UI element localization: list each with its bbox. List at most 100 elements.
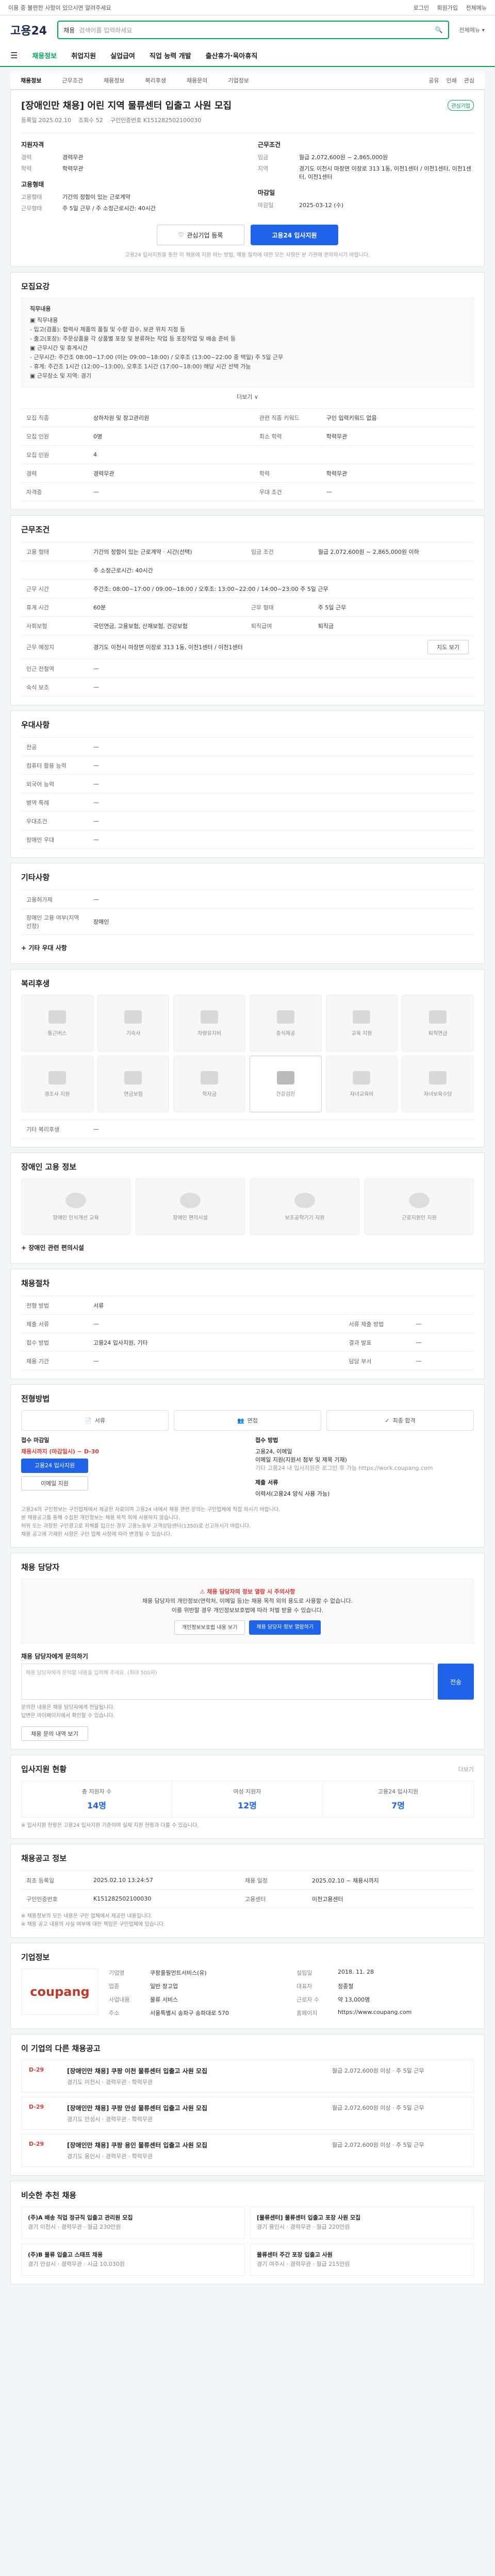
welfare-item: 중식제공: [250, 995, 322, 1052]
search-scope-select[interactable]: 채용: [63, 26, 75, 35]
share-button[interactable]: 공유: [428, 76, 439, 84]
device-icon: [294, 1192, 315, 1208]
gnb-item-jobs[interactable]: 채용정보: [32, 50, 57, 60]
selection-table: 전형 방법 서류 제출 서류 — 서류 제출 방법 — 접수 방법 고용24 입사지원, …: [21, 1296, 474, 1370]
interest-company-button[interactable]: ♡ 관심기업 등록: [157, 225, 244, 245]
view-contact-button[interactable]: 채용 담당자 정보 열람하기: [249, 1620, 321, 1635]
reco-item[interactable]: 물류센터 주간 포장 입출고 사원 경기 여주시 · 경력무관 · 월급 215만…: [250, 2244, 474, 2276]
step-interview: 👥 면접: [174, 1410, 321, 1431]
section-title: 기업정보: [21, 1953, 50, 1962]
table-row: 채용 기간 — 담당 부서 —: [21, 1351, 474, 1370]
welfare-item-active: 건강검진: [250, 1056, 322, 1112]
inquiry-history-button[interactable]: 채용 문의 내역 보기: [21, 1726, 88, 1741]
table-row: 기타 복리후생 —: [21, 1120, 474, 1139]
table-row: 자격증 — 우대 조건 —: [21, 482, 474, 501]
table-row: 컴퓨터 활용 능력 —: [21, 756, 474, 775]
disability-item: 장애인 편의시설: [136, 1178, 245, 1235]
stat-online: 고용24 입사지원 7명: [377, 1788, 419, 1810]
other-link[interactable]: + 기타 우대 사항: [21, 943, 474, 952]
section-title: 복리후생: [21, 979, 50, 988]
gnb-item-leave[interactable]: 출산휴가·육아휴직: [206, 50, 258, 60]
privacy-law-button[interactable]: 개인정보보호법 내용 보기: [174, 1620, 245, 1635]
table-row: 우대조건 —: [21, 811, 474, 831]
signup-link[interactable]: 회원가입: [437, 5, 458, 11]
step-document: 📄 서류: [21, 1410, 169, 1431]
table-row: 인근 전철역 —: [21, 659, 474, 678]
reco-item[interactable]: (주)B 물류 입출고 스태프 채용 경기 안성시 · 경력무관 · 시급 10,…: [21, 2244, 245, 2276]
jobinfo-notes: ※ 채용정보의 모든 내용은 구인 업체에서 제공한 내용입니다. ※ 채용 공…: [21, 1913, 166, 1927]
status-badge: 관심기업: [448, 99, 474, 111]
pension-icon: [429, 1010, 447, 1024]
tab-recruit[interactable]: 채용정보: [21, 76, 41, 84]
search-bar[interactable]: 채용 검색어를 입력하세요 🔍: [57, 21, 449, 39]
map-button[interactable]: 지도 보기: [427, 640, 469, 654]
gnb-item-benefit[interactable]: 실업급여: [110, 50, 135, 60]
tab-welfare[interactable]: 복리후생: [145, 76, 166, 84]
list-item[interactable]: D-29 [장애인만 채용] 쿠팡 안성 물류센터 입출고 사원 모집 경기도 안…: [21, 2097, 474, 2130]
child-edu-icon: [353, 1071, 371, 1084]
welfare-item: 연금보험: [97, 1056, 170, 1112]
table-row: 근무 예정지 경기도 이천시 마장면 이장로 313 1동, 이천1센터 / 이천…: [21, 635, 474, 659]
table-row: 숙식 보조 —: [21, 677, 474, 697]
section-title: 입사지원 현황 더보기: [21, 1765, 474, 1774]
apply-email-button[interactable]: 이메일 지원: [21, 1476, 88, 1490]
apply-info: 접수 마감일 채용시까지 (마감일시) ~ D-30 고용24 입사지원 이메일…: [21, 1436, 474, 1498]
more-button[interactable]: 더보기 ∨: [21, 393, 474, 401]
reco-item[interactable]: [물류센터] 물류센터 입출고 포장 사원 모집 경기 용인시 · 경력무관 · …: [250, 2207, 474, 2239]
tab-condition[interactable]: 근무조건: [62, 76, 82, 84]
gnb-item-training[interactable]: 직업 능력 개발: [150, 50, 191, 60]
allmenu-link[interactable]: 전체메뉴: [466, 5, 487, 11]
tab-company[interactable]: 기업정보: [228, 76, 249, 84]
search-icon[interactable]: 🔍: [435, 26, 443, 33]
awareness-icon: [65, 1192, 86, 1208]
table-row: 모집 직종 상하차원 및 창고관리원 관련 직종 키워드 구인 입력키워드 없음: [21, 408, 474, 427]
contact-section: 채용 담당자 ⚠ 채용 담당자의 정보 열람 시 주의사항 채용 담당자의 개인…: [10, 1553, 485, 1750]
kv-row: 학력 학력무관: [21, 165, 84, 172]
disability-section: 장애인 고용 정보 장애인 인식개선 교육 장애인 편의시설 보조공학기기 지원…: [10, 1153, 485, 1264]
section-title: 기타사항: [21, 873, 50, 882]
inquiry-send-button[interactable]: 전송: [438, 1664, 474, 1700]
apply-online-button[interactable]: 고용24 입사지원: [21, 1459, 88, 1473]
company-homepage-link[interactable]: https://www.coupang.com: [338, 2009, 474, 2017]
section-title: 채용공고 정보: [21, 1854, 67, 1863]
condition-table: 고용 형태 기간의 정함이 있는 근로계약 · 시간(선택) 임금 조건 월급 2,0…: [21, 542, 474, 697]
table-row: 고용 형태 기간의 정함이 있는 근로계약 · 시간(선택) 임금 조건 월급 2,0…: [21, 542, 474, 561]
gnb-item-support[interactable]: 취업지원: [71, 50, 96, 60]
table-row: 장애인 우대 —: [21, 830, 474, 849]
other-section: 기타사항 고용허가제 — 장애인 고용 여부(지역 선정) 장애인 + 기타 우대 …: [10, 863, 485, 964]
welfare-item: 경조사 지원: [21, 1056, 93, 1112]
list-item[interactable]: D-29 [장애인만 채용] 쿠팡 용인 물류센터 입출고 사원 모집 경기도 용…: [21, 2134, 474, 2167]
section-title: 모집요강: [21, 282, 50, 291]
welfare-item: 차량유지비: [173, 995, 245, 1052]
login-link[interactable]: 로그인: [414, 5, 429, 11]
header-right-menu[interactable]: 전체메뉴 ▾: [459, 26, 485, 34]
search-input[interactable]: 검색어를 입력하세요: [79, 26, 435, 35]
hamburger-icon[interactable]: ☰: [10, 50, 18, 60]
tab-inquiry[interactable]: 채용문의: [187, 76, 207, 84]
inquiry-textarea[interactable]: 채용 담당자에게 문의할 내용을 입력해 주세요. (최대 500자): [21, 1664, 434, 1700]
apply-buttons: ♡ 관심기업 등록 고용24 입사지원: [21, 225, 474, 245]
stat-female: 여성 지원자 12명: [172, 1781, 323, 1817]
kv-row: 근무형태 주 5일 근무 / 주 소정근로시간: 40시간: [21, 205, 156, 212]
site-logo[interactable]: 고용24: [10, 22, 47, 38]
notice-bar: 이용 중 불편한 사항이 있으시면 알려주세요 로그인 회원가입 전체메뉴: [0, 0, 495, 15]
preference-table: 전공 — 컴퓨터 활용 능력 — 외국어 능력 — 병역 특례 — 우대조건 — 장애인 …: [21, 737, 474, 849]
tab-recruit-2[interactable]: 채용정보: [104, 76, 124, 84]
section-title: 채용 담당자: [21, 1563, 60, 1572]
check-icon: ✓: [385, 1417, 390, 1424]
car-icon: [201, 1010, 219, 1024]
table-row: 모집 인원 4: [21, 445, 474, 464]
list-item[interactable]: D-29 [장애인만 채용] 쿠팡 이천 물류센터 입출고 사원 모집 경기도 이…: [21, 2060, 474, 2093]
top-links: 로그인 회원가입 전체메뉴: [407, 4, 487, 12]
disability-link[interactable]: + 장애인 관련 편의시설: [21, 1243, 474, 1252]
stats-note: ※ 입사지원 현황은 고용24 입사지원 기준이며 실제 지원 현황과 다를 수…: [21, 1823, 199, 1828]
stats-more-link[interactable]: 더보기: [458, 1765, 474, 1773]
apply-notes: 고용24의 구인정보는 구인업체에서 제공한 자료이며 고용24 내에서 채용 …: [21, 1507, 280, 1537]
section-title: 채용절차: [21, 1279, 50, 1288]
apply-button[interactable]: 고용24 입사지원: [251, 225, 338, 245]
meta-id: 구인인증번호 K151282502100030: [110, 117, 202, 124]
bookmark-button[interactable]: 관심: [464, 76, 474, 84]
disability-grid: 장애인 인식개선 교육 장애인 편의시설 보조공학기기 지원 근로지원인 지원: [21, 1178, 474, 1235]
print-button[interactable]: 인쇄: [447, 76, 457, 84]
reco-item[interactable]: (주)A 배송 직업 정규직 입출고 관리원 모집 경기 이천시 · 경력무관 ·…: [21, 2207, 245, 2239]
